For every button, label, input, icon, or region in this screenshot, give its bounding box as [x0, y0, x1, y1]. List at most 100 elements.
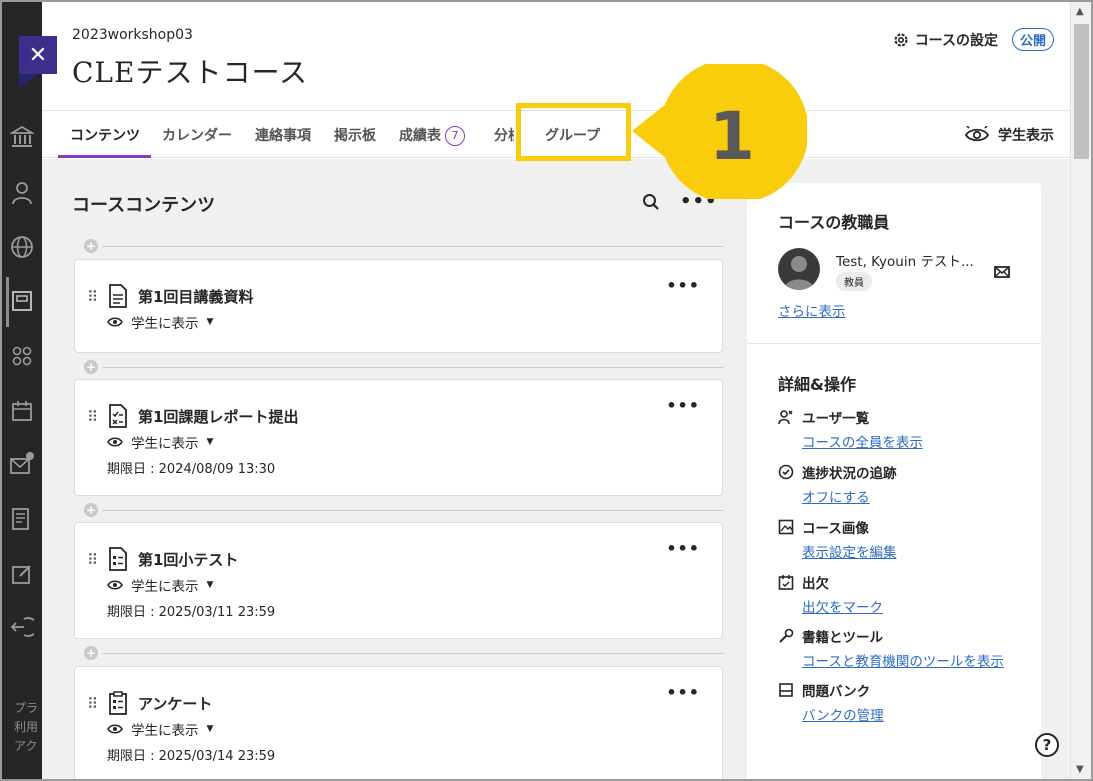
visibility-dropdown[interactable]: 学生に表示 ▼: [107, 312, 213, 332]
app-window: プラ 利用 アク ✕ 2023workshop03 CLEテストコース コースの…: [0, 0, 1093, 781]
op-progress-link[interactable]: オフにする: [802, 486, 897, 506]
chevron-down-icon: ▼: [206, 317, 214, 327]
page-title: CLEテストコース: [72, 56, 309, 89]
eye-icon: [107, 724, 123, 734]
publish-status-badge[interactable]: 公開: [1011, 28, 1054, 51]
op-attendance-link[interactable]: 出欠をマーク: [802, 596, 883, 616]
panel-divider: [747, 343, 1041, 344]
op-progress: 進捗状況の追跡 オフにする: [778, 462, 897, 506]
mail-icon[interactable]: [994, 263, 1010, 282]
gear-icon: [894, 33, 908, 47]
leftnav-footer-2[interactable]: 利用: [14, 718, 38, 737]
content-item-title[interactable]: 第1回小テスト: [138, 549, 238, 570]
plus-icon: +: [84, 503, 98, 517]
details-heading: 詳細&操作: [778, 375, 856, 394]
visibility-label: 学生に表示: [131, 579, 199, 595]
student-view-button[interactable]: 学生表示: [964, 125, 1054, 145]
content-item[interactable]: ⠿ 第1回目講義資料 学生に表示 ▼ •••: [74, 259, 723, 353]
tab-analytics[interactable]: 分析: [494, 121, 514, 149]
wrench-icon: [779, 628, 794, 643]
tab-calendar[interactable]: カレンダー: [162, 125, 232, 145]
visibility-dropdown[interactable]: 学生に表示 ▼: [107, 575, 213, 595]
course-details-panel: コースの教職員 Test, Kyouin テスト... 教員 さらに表示 詳細&…: [747, 183, 1041, 779]
scroll-up-icon[interactable]: ▲: [1076, 6, 1084, 17]
tab-discussions[interactable]: 掲示板: [334, 125, 376, 145]
op-attendance: 出欠 出欠をマーク: [778, 572, 883, 616]
content-item[interactable]: ⠿ 第1回小テスト 学生に表示 ▼ 期限日 : 2025/03/11 23:59…: [74, 522, 723, 639]
tab-contents[interactable]: コンテンツ: [70, 125, 140, 145]
tab-announcements[interactable]: 連絡事項: [255, 125, 311, 145]
plus-icon: +: [84, 360, 98, 374]
avatar[interactable]: [778, 248, 820, 290]
calendar-icon[interactable]: [8, 397, 36, 425]
add-content-divider[interactable]: +: [84, 360, 724, 374]
op-image-link[interactable]: 表示設定を編集: [802, 541, 897, 561]
users-icon: [778, 410, 793, 425]
content-item-title[interactable]: 第1回課題レポート提出: [138, 406, 298, 427]
course-settings-button[interactable]: コースの設定: [893, 30, 998, 50]
close-button-tail: [19, 74, 39, 88]
op-question-bank-link[interactable]: バンクの管理: [802, 704, 884, 724]
scroll-down-icon[interactable]: ▼: [1076, 764, 1084, 775]
grades-icon[interactable]: [8, 505, 36, 533]
visibility-dropdown[interactable]: 学生に表示 ▼: [107, 432, 213, 452]
institution-icon[interactable]: [8, 123, 36, 151]
tab-gradebook[interactable]: 成績表 7: [399, 125, 465, 146]
globe-icon[interactable]: [8, 233, 36, 261]
visibility-label: 学生に表示: [131, 316, 199, 332]
content-item[interactable]: ⠿ アンケート 学生に表示 ▼ 期限日 : 2025/03/14 23:59 •…: [74, 666, 723, 779]
close-course-button[interactable]: ✕: [19, 36, 57, 74]
courses-icon[interactable]: [8, 287, 36, 315]
drag-handle-icon[interactable]: ⠿: [87, 551, 98, 569]
instructor-name[interactable]: Test, Kyouin テスト...: [836, 250, 974, 270]
edit-icon[interactable]: [8, 560, 36, 588]
item-more-icon[interactable]: •••: [666, 396, 700, 415]
profile-icon[interactable]: [8, 179, 36, 207]
leftnav-footer-3[interactable]: アク: [14, 737, 37, 756]
op-users-link[interactable]: コースの全員を表示: [802, 431, 923, 451]
gradebook-count-badge: 7: [445, 126, 465, 146]
tab-gradebook-label: 成績表: [399, 128, 441, 144]
visibility-dropdown[interactable]: 学生に表示 ▼: [107, 719, 213, 739]
course-settings-label: コースの設定: [914, 33, 998, 49]
content-item[interactable]: ⠿ 第1回課題レポート提出 学生に表示 ▼ 期限日 : 2024/08/09 1…: [74, 379, 723, 496]
add-content-divider[interactable]: +: [84, 646, 724, 660]
item-more-icon[interactable]: •••: [666, 683, 700, 702]
messages-icon[interactable]: [8, 450, 36, 478]
staff-heading: コースの教職員: [778, 213, 890, 232]
drag-handle-icon[interactable]: ⠿: [87, 695, 98, 713]
eye-icon: [107, 437, 123, 447]
op-question-bank-title: 問題バンク: [802, 684, 871, 700]
course-header: 2023workshop03 CLEテストコース コースの設定 公開: [42, 2, 1072, 112]
groups-tab-highlight: [516, 103, 631, 161]
drag-handle-icon[interactable]: ⠿: [87, 408, 98, 426]
item-more-icon[interactable]: •••: [666, 539, 700, 558]
op-tools-link[interactable]: コースと教育機関のツールを表示: [802, 650, 1004, 670]
leftnav-footer-1[interactable]: プラ: [14, 699, 38, 718]
student-view-icon: [964, 126, 990, 142]
add-content-divider[interactable]: +: [84, 239, 724, 253]
step-number: 1: [709, 98, 755, 175]
plus-icon: +: [84, 239, 98, 253]
op-image: コース画像 表示設定を編集: [778, 517, 897, 561]
add-content-divider[interactable]: +: [84, 503, 724, 517]
check-circle-icon: [778, 464, 794, 480]
plus-icon: +: [84, 646, 98, 660]
bank-icon: [779, 683, 793, 697]
chevron-down-icon: ▼: [206, 437, 214, 447]
document-icon: [108, 284, 128, 312]
scrollbar-thumb[interactable]: [1074, 24, 1089, 159]
content-item-title[interactable]: アンケート: [138, 693, 212, 714]
help-icon[interactable]: ?: [1035, 733, 1059, 757]
show-more-link[interactable]: さらに表示: [778, 300, 846, 320]
groups-icon[interactable]: [8, 342, 36, 370]
item-more-icon[interactable]: •••: [666, 276, 700, 295]
drag-handle-icon[interactable]: ⠿: [87, 288, 98, 306]
op-progress-title: 進捗状況の追跡: [802, 466, 897, 482]
logout-icon[interactable]: [8, 613, 36, 641]
assignment-icon: [108, 404, 128, 432]
role-badge: 教員: [836, 272, 872, 291]
scrollbar[interactable]: ▲ ▼: [1070, 2, 1091, 779]
content-item-title[interactable]: 第1回目講義資料: [138, 286, 253, 307]
op-question-bank: 問題バンク バンクの管理: [778, 680, 884, 724]
